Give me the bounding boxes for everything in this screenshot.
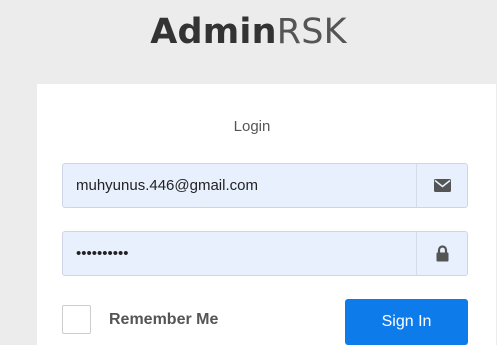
remember-me-checkbox[interactable] <box>62 305 91 334</box>
envelope-icon <box>433 179 451 192</box>
password-input[interactable] <box>63 232 417 275</box>
email-addon <box>416 164 467 207</box>
password-addon <box>416 232 467 275</box>
email-field-group <box>62 163 468 208</box>
app-logo: AdminRSK <box>0 12 497 52</box>
sign-in-button[interactable]: Sign In <box>345 299 468 345</box>
logo-text-admin: Admin <box>150 12 277 52</box>
email-input[interactable] <box>63 164 417 207</box>
login-box: Login Remember Me Sign In <box>37 84 496 345</box>
login-title: Login <box>233 118 271 135</box>
remember-me-label[interactable]: Remember Me <box>109 311 218 329</box>
password-field-group <box>62 231 468 276</box>
lock-icon <box>436 245 448 262</box>
logo-text-rsk: RSK <box>276 12 347 52</box>
